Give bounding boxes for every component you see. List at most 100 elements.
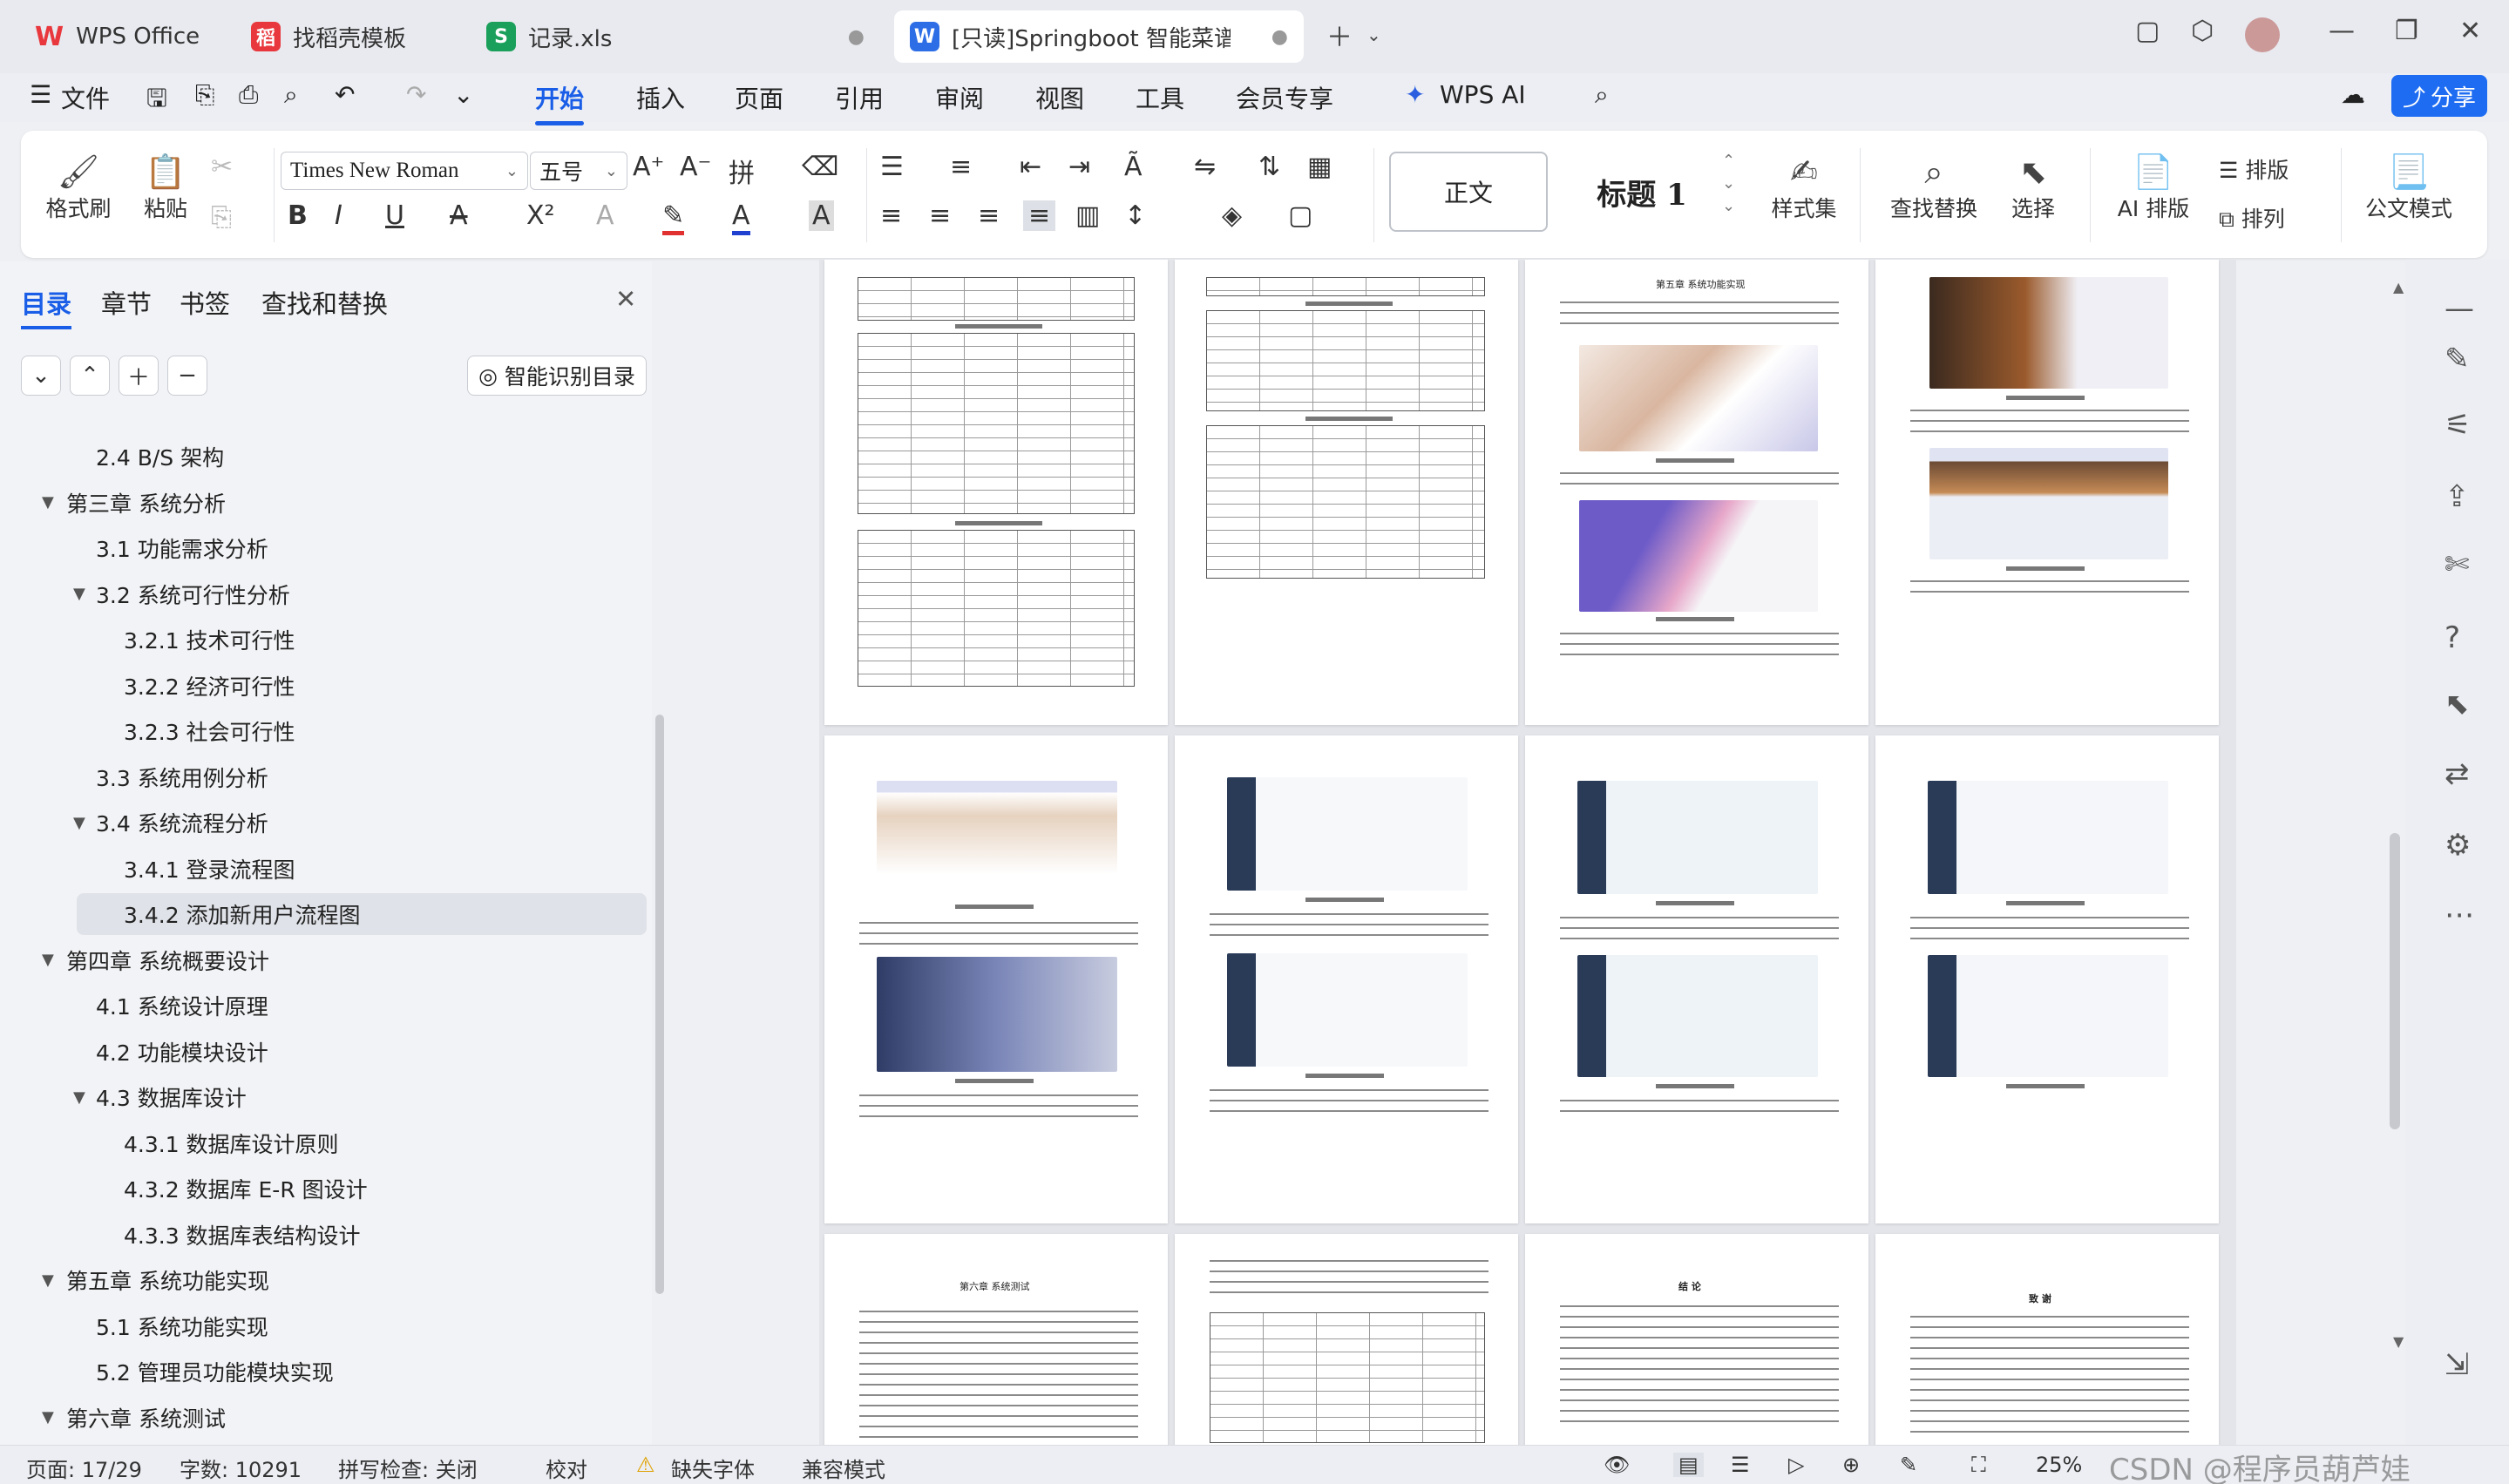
undo-icon[interactable]: ↶: [335, 80, 355, 109]
shrink-font-icon[interactable]: A⁻: [680, 152, 711, 182]
clear-format-icon[interactable]: ⌫: [802, 152, 838, 182]
page-thumbnail[interactable]: [1175, 260, 1518, 725]
toc-item[interactable]: 3.2.3 社会可行性: [0, 710, 652, 752]
convert-icon[interactable]: ⇋: [1194, 152, 1216, 182]
pointer-icon[interactable]: ⬉: [2445, 687, 2470, 722]
nav-tab-chapter[interactable]: 章节: [101, 284, 152, 321]
page-thumbnail[interactable]: [1525, 735, 1868, 1223]
zoom-level[interactable]: 25%: [2036, 1453, 2082, 1477]
scroll-up-icon[interactable]: ▲: [2393, 279, 2404, 295]
eye-icon[interactable]: 👁: [1604, 1453, 1630, 1477]
increase-indent-icon[interactable]: ⇥: [1068, 152, 1090, 182]
tab-list-icon[interactable]: ⌄: [1366, 24, 1381, 45]
toc-item[interactable]: 3.4.2 添加新用户流程图: [77, 893, 647, 935]
font-size-select[interactable]: 五号 ⌄: [530, 152, 627, 190]
font-color-icon[interactable]: A: [732, 200, 750, 235]
font-family-select[interactable]: Times New Roman ⌄: [281, 152, 528, 190]
char-shading-icon[interactable]: A: [809, 200, 834, 231]
toc-item[interactable]: ▼ 3.2 系统可行性分析: [0, 573, 652, 615]
superscript-icon[interactable]: X²: [526, 200, 555, 231]
align-left-icon[interactable]: ≡: [880, 200, 902, 231]
expand-triangle-icon[interactable]: ▼: [42, 1271, 54, 1290]
toc-item[interactable]: 4.1 系统设计原理: [0, 985, 652, 1027]
expand-triangle-icon[interactable]: ▼: [73, 1088, 85, 1107]
search-icon[interactable]: ⌕: [1595, 80, 1609, 110]
expand-triangle-icon[interactable]: ▼: [42, 951, 54, 969]
justify-icon[interactable]: ≡: [1023, 200, 1056, 231]
style-scroll-icon[interactable]: ⌃ ⌄ ⌄: [1722, 150, 1735, 218]
hamburger-icon[interactable]: ☰: [30, 80, 51, 109]
align-right-icon[interactable]: ≡: [978, 200, 1000, 231]
sort-icon[interactable]: ⇅: [1258, 152, 1280, 182]
shading-icon[interactable]: ◈: [1222, 200, 1242, 231]
nav-scrollbar[interactable]: [655, 715, 664, 1294]
toc-item[interactable]: ▼ 第四章 系统概要设计: [0, 939, 652, 981]
copy-icon[interactable]: ⎘: [211, 202, 232, 233]
missing-font-button[interactable]: 缺失字体: [671, 1453, 755, 1483]
style-normal[interactable]: 正文: [1389, 152, 1548, 232]
spell-check-toggle[interactable]: 拼写检查: 关闭: [338, 1453, 478, 1483]
expand-up-icon[interactable]: ⌃: [70, 356, 110, 396]
toc-item[interactable]: 4.3.3 数据库表结构设计: [0, 1214, 652, 1256]
tab-close-icon[interactable]: ●: [1271, 26, 1288, 48]
toc-item[interactable]: 5.1 系统功能实现: [0, 1305, 652, 1347]
more-dots-icon[interactable]: ⋯: [2445, 898, 2474, 932]
bullet-list-icon[interactable]: ☰: [880, 152, 904, 182]
robot-icon[interactable]: ⚙: [2445, 828, 2471, 863]
doc-scrollbar[interactable]: [2390, 833, 2400, 1129]
fit-icon[interactable]: ⛶: [1971, 1453, 1986, 1477]
pen-mode-icon[interactable]: ✎: [1900, 1453, 1917, 1477]
new-tab-icon[interactable]: ＋: [1326, 16, 1353, 54]
phonetic-icon[interactable]: 拼: [729, 152, 755, 190]
page-thumbnail[interactable]: [1175, 1234, 1518, 1445]
collapse-icon[interactable]: ⇲: [2445, 1347, 2470, 1382]
menu-member[interactable]: 会员专享: [1236, 80, 1333, 115]
paste-button[interactable]: 📋 粘贴: [131, 152, 200, 223]
select-button[interactable]: ⬉ 选择: [1994, 152, 2072, 223]
restore-icon[interactable]: ❐: [2395, 16, 2418, 46]
remove-heading-icon[interactable]: −: [167, 356, 207, 396]
translate-icon[interactable]: ⇄: [2445, 756, 2470, 791]
redo-icon[interactable]: ↷: [406, 80, 426, 109]
expand-triangle-icon[interactable]: ▼: [73, 814, 85, 832]
menu-wps-ai[interactable]: WPS AI: [1440, 80, 1526, 109]
cube-icon[interactable]: ⬡: [2191, 16, 2214, 46]
smart-toc-button[interactable]: ◎ 智能识别目录: [467, 356, 647, 396]
add-heading-icon[interactable]: ＋: [119, 356, 159, 396]
print-icon[interactable]: ⎙: [239, 80, 258, 110]
toc-item[interactable]: 3.4.1 登录流程图: [0, 848, 652, 890]
official-mode-button[interactable]: 📃 公文模式: [2356, 152, 2461, 223]
toc-item[interactable]: ▼ 3.4 系统流程分析: [0, 802, 652, 844]
share-doc-icon[interactable]: ⇪: [2445, 479, 2470, 514]
outline-view-icon[interactable]: ☰: [1731, 1453, 1750, 1477]
toc-item[interactable]: ▼ 第三章 系统分析: [0, 482, 652, 524]
line-spacing-icon[interactable]: ↕: [1124, 200, 1146, 231]
toc-item[interactable]: 4.2 功能模块设计: [0, 1031, 652, 1073]
toc-item[interactable]: 4.3.1 数据库设计原则: [0, 1122, 652, 1164]
ai-layout-button[interactable]: 📄 AI 排版: [2106, 152, 2201, 223]
save-icon[interactable]: 🖫: [146, 80, 167, 122]
close-window-icon[interactable]: ✕: [2459, 16, 2481, 46]
avatar[interactable]: [2245, 17, 2280, 52]
window-layout-icon[interactable]: ▢: [2135, 16, 2160, 46]
web-view-icon[interactable]: ⊕: [1842, 1453, 1860, 1477]
strikethrough-icon[interactable]: A: [450, 200, 468, 231]
tab-dot-icon[interactable]: ●: [848, 26, 865, 48]
menu-reference[interactable]: 引用: [835, 80, 884, 115]
toc-item[interactable]: 4.3.2 数据库 E-R 图设计: [0, 1168, 652, 1210]
bold-icon[interactable]: B: [288, 200, 308, 231]
distributed-icon[interactable]: ▥: [1075, 200, 1100, 231]
page-indicator[interactable]: 页面: 17/29: [26, 1453, 142, 1483]
tab-template[interactable]: 稻 找稻壳模板: [235, 10, 467, 63]
minus-icon[interactable]: —: [2445, 291, 2474, 326]
play-icon[interactable]: ▷: [1788, 1453, 1804, 1477]
page-thumbnail[interactable]: [1875, 260, 2219, 725]
toc-item[interactable]: 2.4 B/S 架构: [0, 436, 652, 478]
print-preview-icon[interactable]: ⌕: [284, 80, 298, 110]
nav-tab-bookmark[interactable]: 书签: [180, 284, 230, 321]
border-icon[interactable]: ▢: [1288, 200, 1312, 231]
tab-xls[interactable]: S 记录.xls ●: [471, 10, 880, 63]
toc-item[interactable]: 3.1 功能需求分析: [0, 527, 652, 569]
document-canvas[interactable]: 第五章 系统功能实现 第六章 系统测试 结 论 致 谢: [819, 260, 2236, 1445]
menu-tools[interactable]: 工具: [1136, 80, 1184, 115]
